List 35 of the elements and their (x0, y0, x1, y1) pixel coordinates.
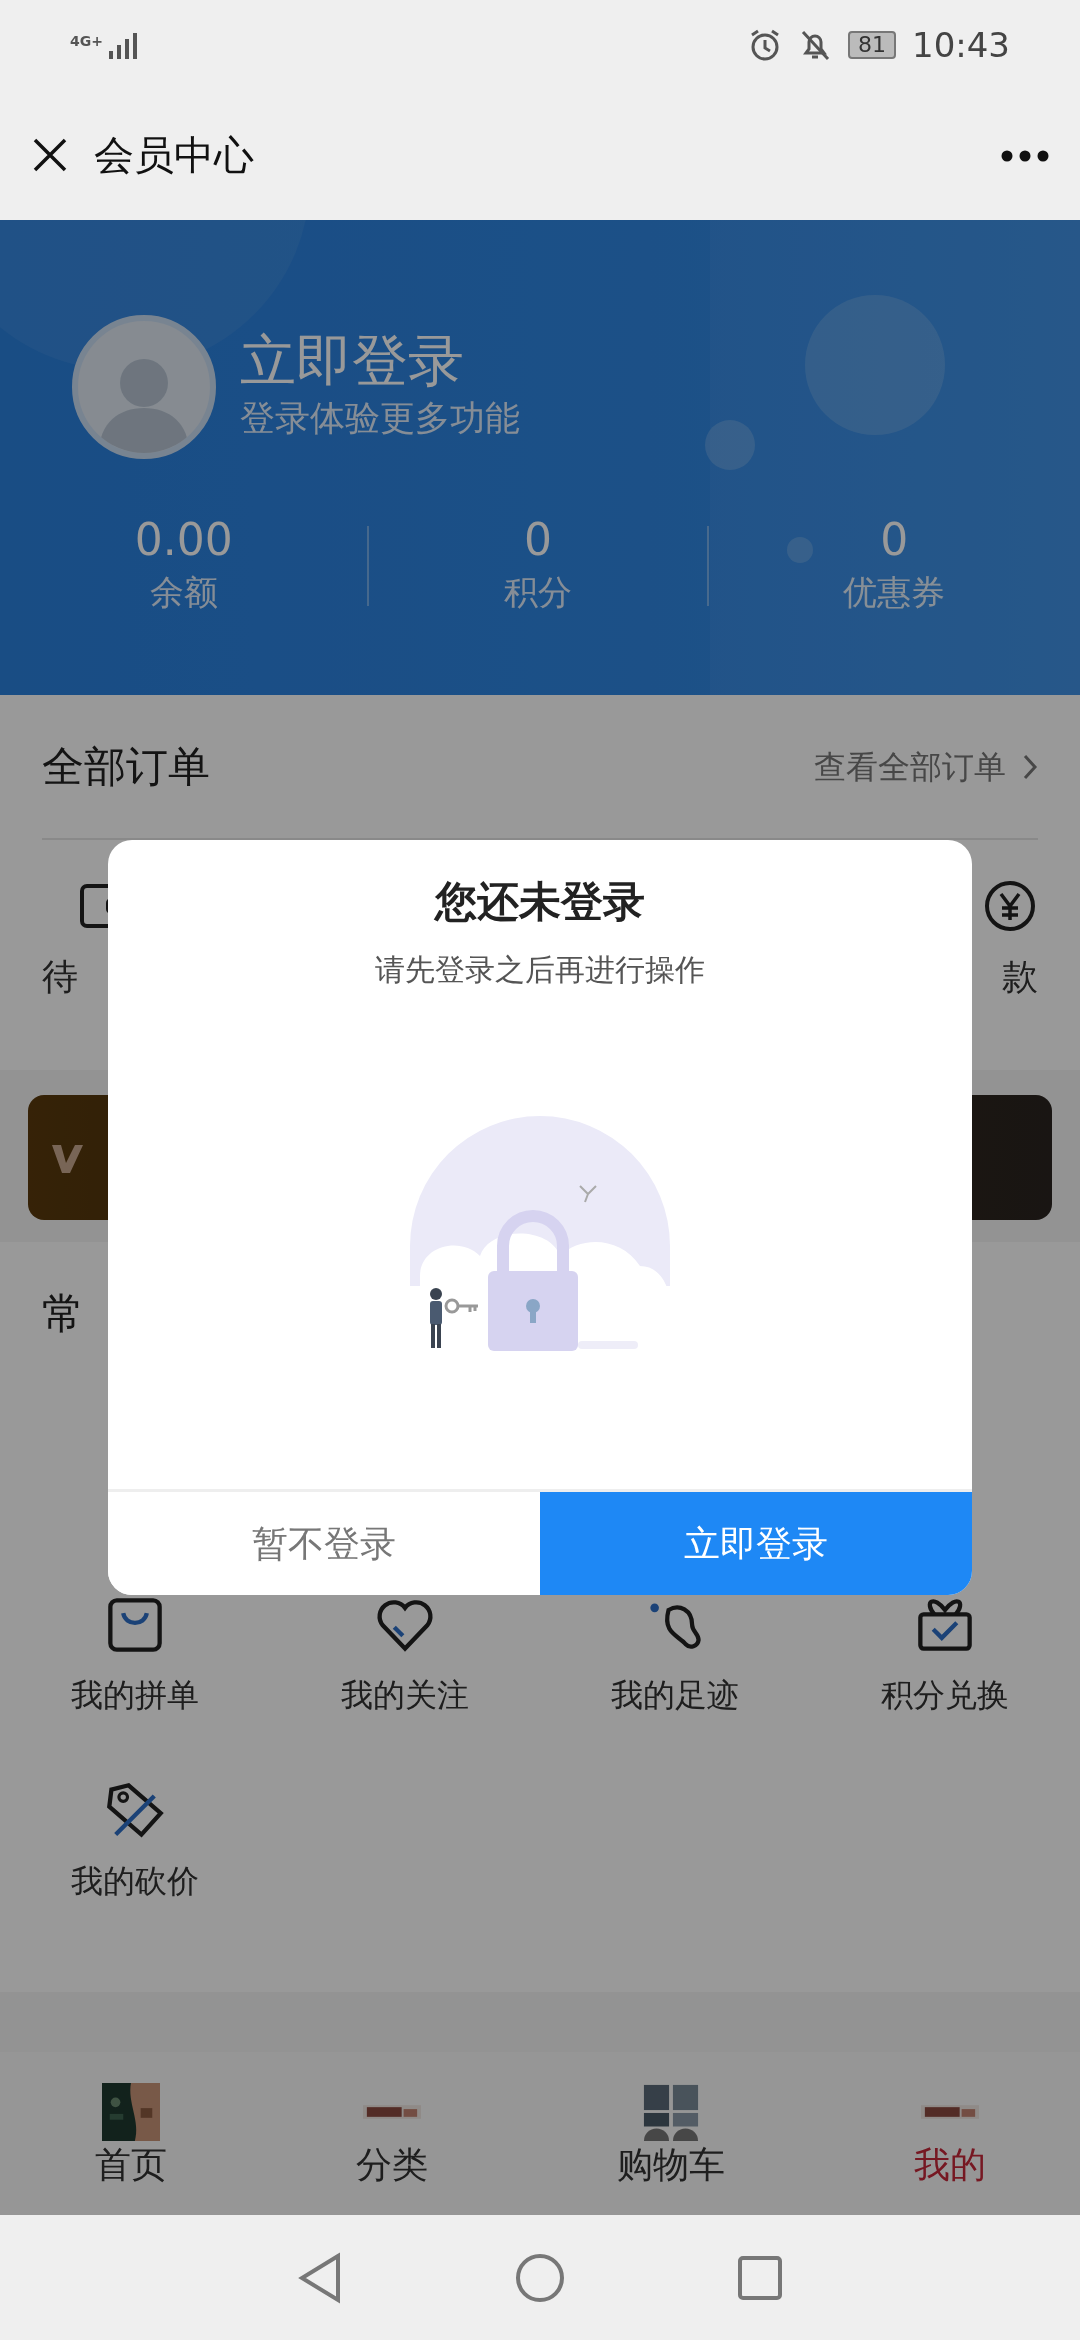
clock: 10:43 (912, 23, 1010, 67)
stat-label: 积分 (504, 570, 572, 614)
home-icon[interactable] (514, 2251, 566, 2304)
stat-value: 0 (880, 514, 909, 567)
section-title: 常 (41, 1288, 85, 1340)
network-label: 4G+ (70, 32, 103, 51)
recent-apps-icon[interactable] (736, 2253, 784, 2302)
login-link[interactable]: 立即登录 (240, 329, 520, 392)
dialog-title: 您还未登录 (433, 876, 646, 928)
tool-label[interactable]: 我的砍价 (71, 1857, 199, 1905)
login-subtitle: 登录体验更多功能 (240, 396, 520, 440)
view-all-orders-link[interactable]: 查看全部订单 (814, 742, 1038, 791)
tab-item[interactable]: 分类 (261, 2052, 522, 2215)
chevron-right-icon (1022, 752, 1038, 781)
tab-item[interactable]: 我的 (819, 2052, 1080, 2215)
stat-value: 0 (524, 514, 552, 567)
shopping-bag-icon[interactable] (105, 1595, 165, 1655)
yen-coin-icon[interactable] (982, 878, 1038, 934)
login-button[interactable]: 立即登录 (540, 1492, 972, 1595)
order-status-label[interactable]: 待 (42, 950, 78, 1004)
more-icon (1000, 148, 1050, 163)
dialog-message: 请先登录之后再进行操作 (374, 951, 706, 989)
page-title: 会员中心 (94, 131, 255, 180)
stat-value: 0.00 (134, 514, 233, 567)
tab-item[interactable]: 首页 (0, 2052, 261, 2215)
section-title: 全部订单 (42, 741, 210, 793)
stat-label: 优惠券 (843, 570, 946, 614)
tool-label[interactable]: 我的足迹 (611, 1671, 739, 1719)
tool-label[interactable]: 我的关注 (341, 1671, 469, 1719)
tool-label[interactable]: 积分兑换 (881, 1671, 1009, 1719)
battery-level: 81 (848, 31, 896, 59)
order-status-label[interactable]: 款 (1002, 950, 1038, 1004)
tool-label[interactable]: 我的拼单 (71, 1671, 199, 1719)
stat-label: 余额 (149, 570, 218, 614)
tab-item[interactable]: 购物车 (522, 2052, 819, 2215)
